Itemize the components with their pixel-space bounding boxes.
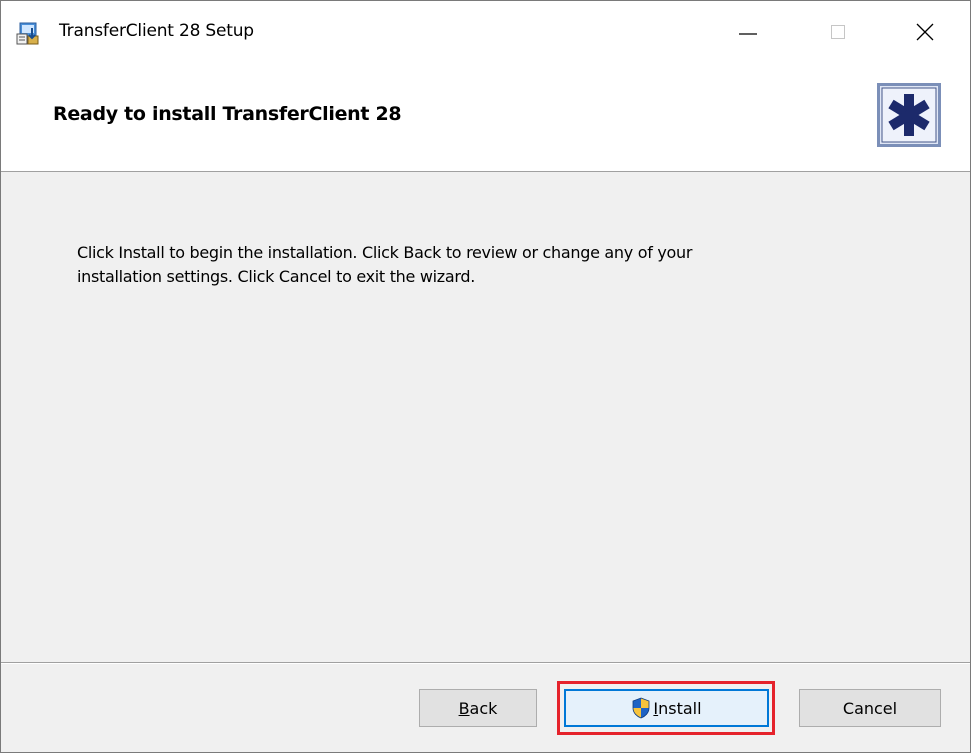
instructions-text: Click Install to begin the installation.… (77, 241, 877, 289)
wizard-banner: Ready to install TransferClient 28 (1, 69, 970, 172)
install-label: nstall (658, 698, 702, 718)
maximize-icon (828, 22, 848, 46)
asterisk-logo-icon (877, 83, 941, 147)
minimize-icon (738, 22, 758, 46)
instructions-line-2: installation settings. Click Cancel to e… (77, 267, 476, 286)
cancel-label: Cancel (842, 698, 898, 718)
uac-shield-icon (631, 697, 651, 719)
maximize-button (814, 11, 862, 57)
footer-divider (1, 662, 970, 664)
close-button[interactable] (901, 11, 949, 57)
back-label: ack (469, 698, 498, 718)
install-button[interactable]: Install (564, 689, 769, 727)
setup-window: TransferClient 28 Setup Ready to install… (0, 0, 971, 753)
instructions-line-1: Click Install to begin the installation.… (77, 243, 693, 262)
back-button[interactable]: Back (419, 689, 537, 727)
cancel-button[interactable]: Cancel (799, 689, 941, 727)
close-icon (915, 22, 935, 46)
page-title: Ready to install TransferClient 28 (53, 103, 402, 125)
title-bar[interactable]: TransferClient 28 Setup (1, 1, 970, 69)
window-title: TransferClient 28 Setup (59, 21, 254, 41)
installer-package-icon (15, 20, 41, 46)
back-mnemonic: B (458, 698, 470, 718)
minimize-button[interactable] (724, 11, 772, 57)
